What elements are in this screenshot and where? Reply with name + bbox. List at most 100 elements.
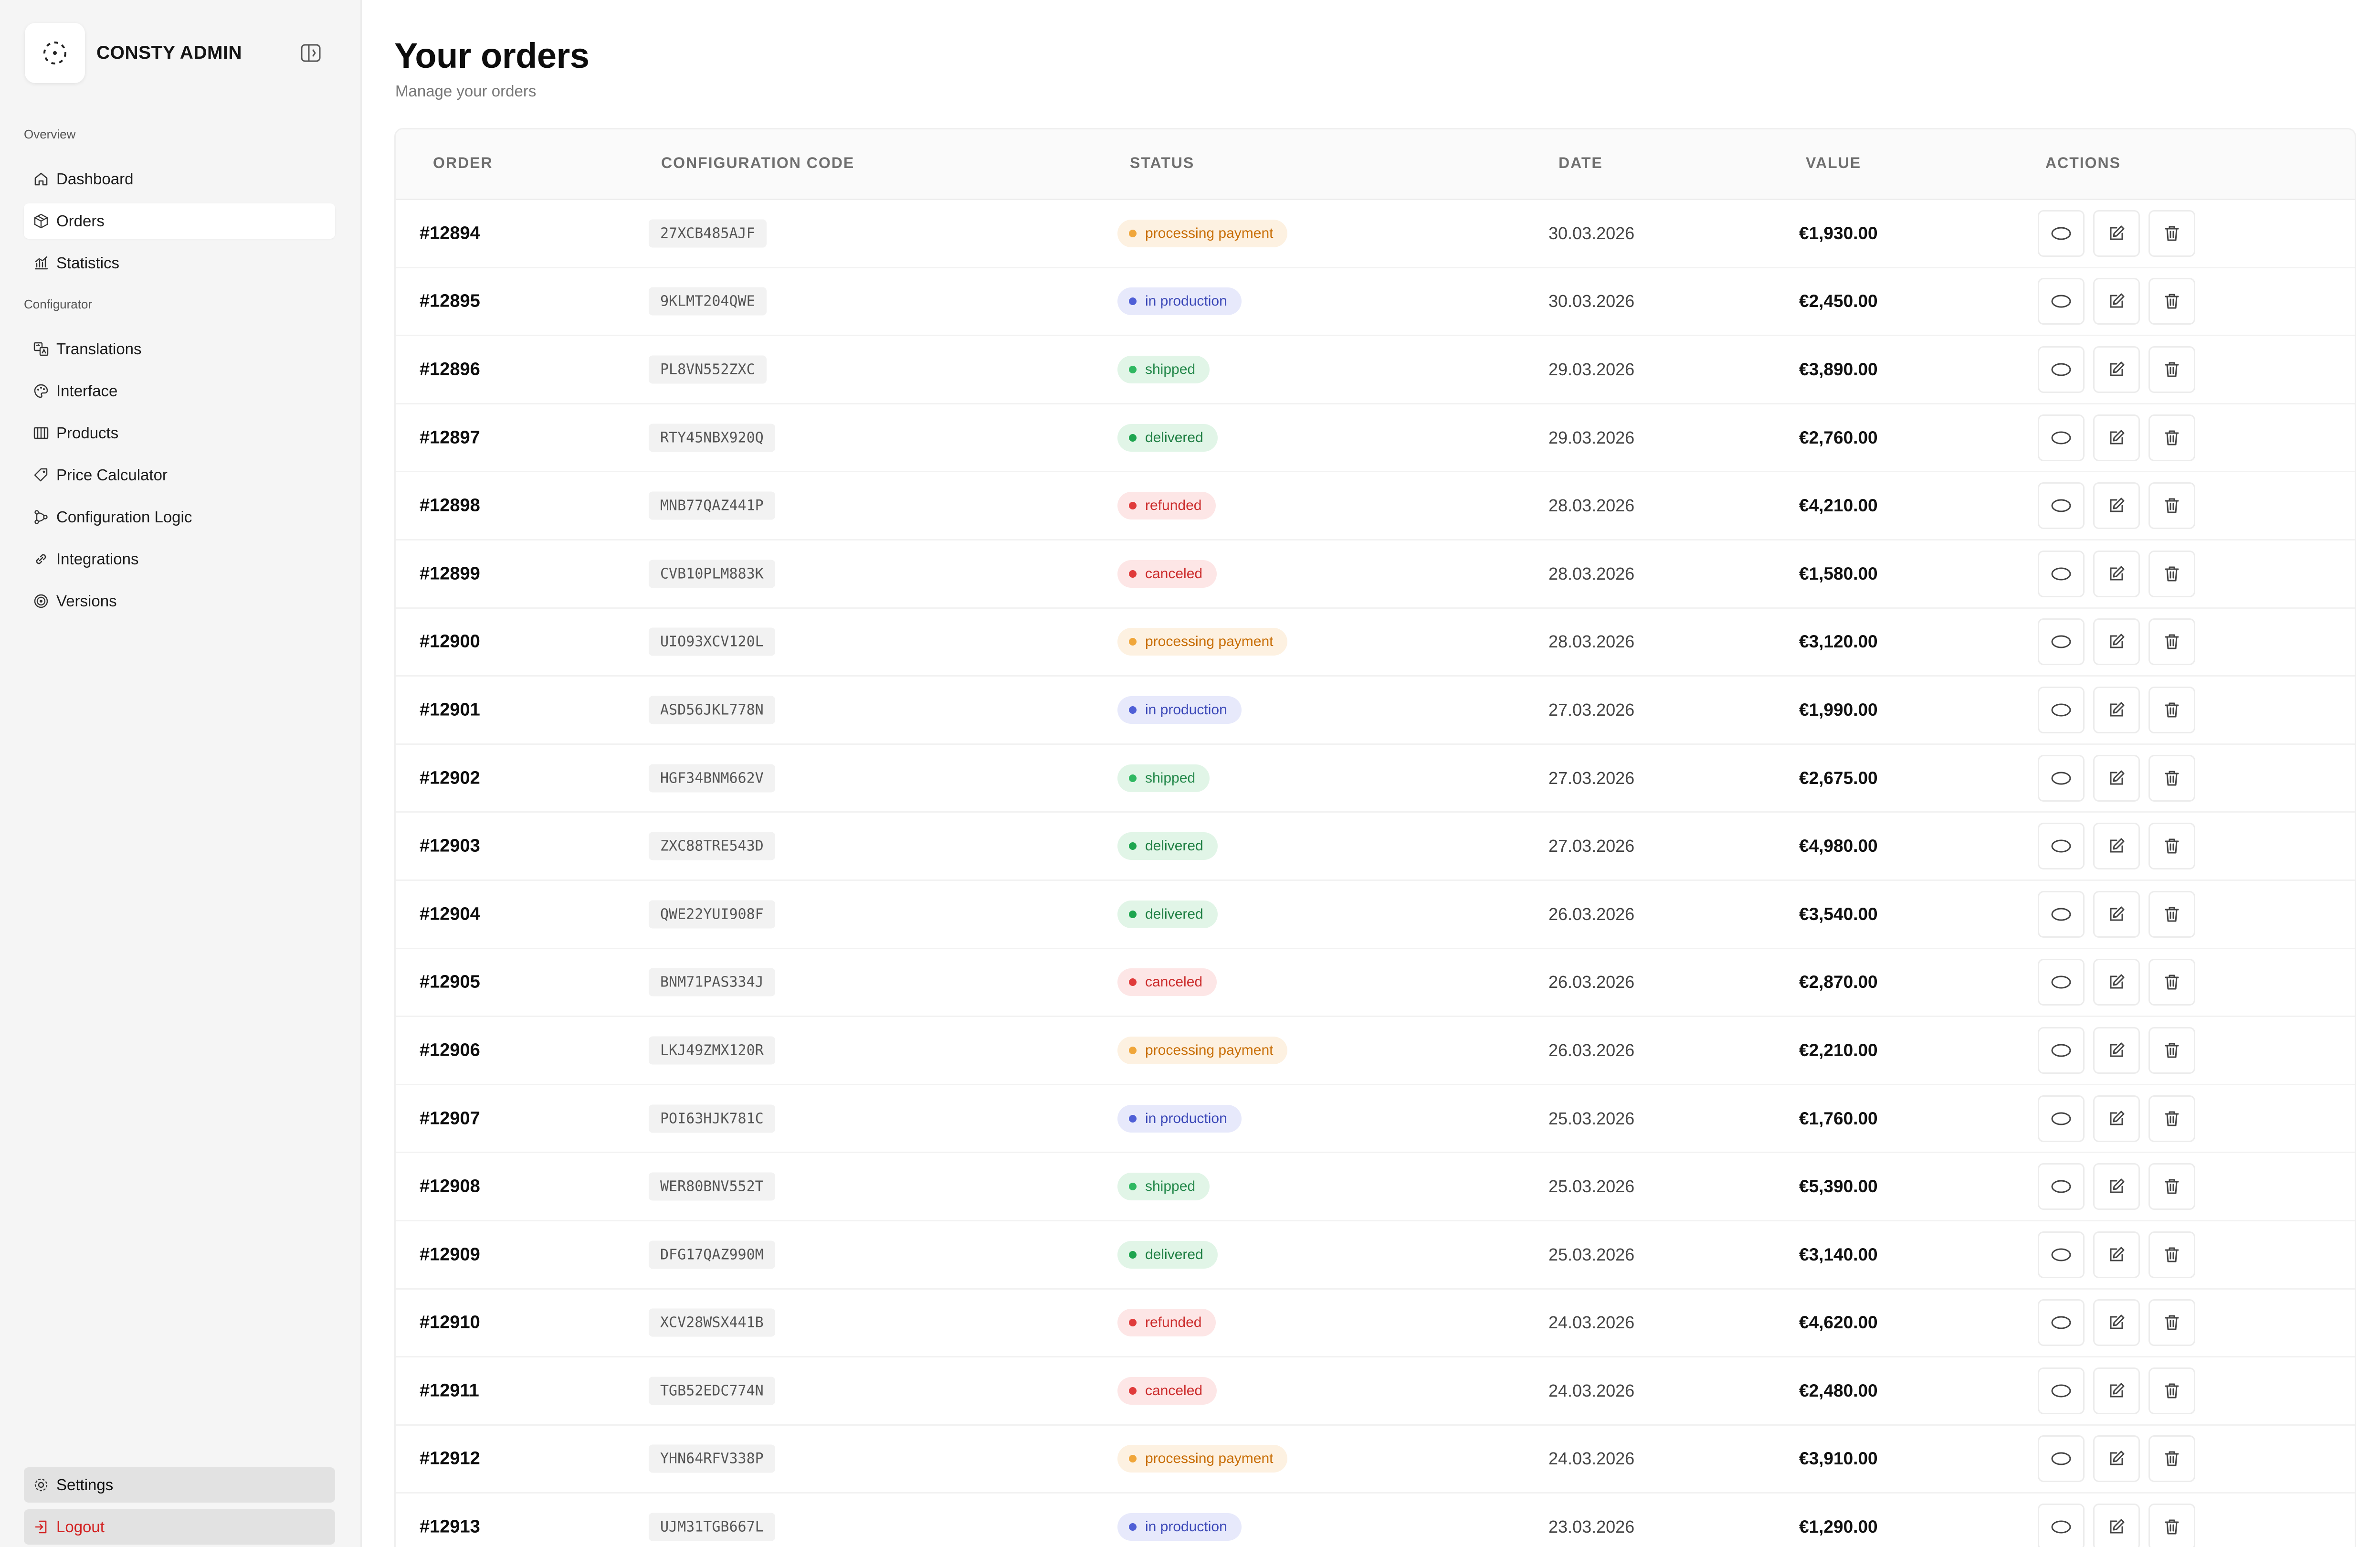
table-row[interactable]: #12909 DFG17QAZ990M delivered 25.03.2026 €3,… (396, 1221, 2355, 1290)
eye-button[interactable] (2038, 823, 2085, 870)
column-header-configuration-code[interactable]: CONFIGURATION CODE (661, 154, 854, 172)
edit-button[interactable] (2093, 1027, 2140, 1074)
eye-button[interactable] (2038, 1299, 2085, 1346)
order-id[interactable]: #12898 (420, 496, 480, 516)
sidebar-item-dashboard[interactable]: Dashboard (24, 161, 335, 197)
table-row[interactable]: #12897 RTY45NBX920Q delivered 29.03.2026 €2,… (396, 404, 2355, 473)
sidebar-item-versions[interactable]: Versions (24, 583, 335, 619)
eye-button[interactable] (2038, 482, 2085, 530)
order-id[interactable]: #12906 (420, 1040, 480, 1060)
table-row[interactable]: #12913 UJM31TGB667L in production 23.03.202… (396, 1494, 2355, 1547)
column-header-value[interactable]: VALUE (1806, 154, 1861, 172)
eye-button[interactable] (2038, 890, 2085, 938)
order-id[interactable]: #12904 (420, 904, 480, 924)
order-id[interactable]: #12896 (420, 359, 480, 380)
edit-button[interactable] (2093, 890, 2140, 938)
trash-button[interactable] (2148, 1095, 2195, 1142)
edit-button[interactable] (2093, 1095, 2140, 1142)
trash-button[interactable] (2148, 1299, 2195, 1346)
order-id[interactable]: #12897 (420, 427, 480, 448)
table-row[interactable]: #12905 BNM71PAS334J canceled 26.03.2026 €2,8… (396, 949, 2355, 1017)
edit-button[interactable] (2093, 414, 2140, 461)
eye-button[interactable] (2038, 278, 2085, 325)
order-id[interactable]: #12910 (420, 1313, 480, 1333)
sidebar-item-price-calculator[interactable]: Price Calculator (24, 457, 335, 493)
edit-button[interactable] (2093, 618, 2140, 666)
brand[interactable]: CONSTY ADMIN (25, 23, 242, 83)
order-id[interactable]: #12902 (420, 768, 480, 788)
logout-button[interactable]: Logout (24, 1509, 335, 1545)
edit-button[interactable] (2093, 823, 2140, 870)
table-row[interactable]: #12912 YHN64RFV338P processing payment 24.0… (396, 1426, 2355, 1494)
order-id[interactable]: #12894 (420, 223, 480, 244)
trash-button[interactable] (2148, 1435, 2195, 1483)
eye-button[interactable] (2038, 686, 2085, 733)
table-row[interactable]: #12903 ZXC88TRE543D delivered 27.03.2026 €4,… (396, 813, 2355, 881)
sidebar-item-interface[interactable]: Interface (24, 373, 335, 409)
trash-button[interactable] (2148, 210, 2195, 257)
column-header-order[interactable]: ORDER (433, 154, 493, 172)
column-header-status[interactable]: STATUS (1130, 154, 1194, 172)
eye-button[interactable] (2038, 1163, 2085, 1210)
column-header-date[interactable]: DATE (1559, 154, 1603, 172)
settings-button[interactable]: Settings (24, 1467, 335, 1503)
eye-button[interactable] (2038, 959, 2085, 1006)
table-row[interactable]: #12904 QWE22YUI908F delivered 26.03.2026 €3,… (396, 881, 2355, 949)
edit-button[interactable] (2093, 1299, 2140, 1346)
order-id[interactable]: #12909 (420, 1244, 480, 1265)
order-id[interactable]: #12905 (420, 972, 480, 993)
trash-button[interactable] (2148, 618, 2195, 666)
trash-button[interactable] (2148, 1231, 2195, 1278)
edit-button[interactable] (2093, 550, 2140, 597)
eye-button[interactable] (2038, 550, 2085, 597)
trash-button[interactable] (2148, 346, 2195, 393)
trash-button[interactable] (2148, 1504, 2195, 1547)
collapse-sidebar-icon[interactable] (300, 43, 322, 63)
table-row[interactable]: #12911 TGB52EDC774N canceled 24.03.2026 €2,4… (396, 1357, 2355, 1426)
edit-button[interactable] (2093, 482, 2140, 530)
edit-button[interactable] (2093, 1367, 2140, 1414)
eye-button[interactable] (2038, 754, 2085, 802)
eye-button[interactable] (2038, 1027, 2085, 1074)
edit-button[interactable] (2093, 686, 2140, 733)
order-id[interactable]: #12912 (420, 1449, 480, 1469)
table-row[interactable]: #12900 UIO93XCV120L processing payment 28.0… (396, 609, 2355, 677)
edit-button[interactable] (2093, 210, 2140, 257)
edit-button[interactable] (2093, 754, 2140, 802)
sidebar-item-configuration-logic[interactable]: Configuration Logic (24, 499, 335, 535)
order-id[interactable]: #12900 (420, 632, 480, 652)
trash-button[interactable] (2148, 1367, 2195, 1414)
edit-button[interactable] (2093, 1504, 2140, 1547)
table-row[interactable]: #12910 XCV28WSX441B refunded 24.03.2026 €4,6… (396, 1290, 2355, 1358)
order-id[interactable]: #12911 (420, 1380, 479, 1401)
order-id[interactable]: #12903 (420, 836, 480, 857)
sidebar-item-orders[interactable]: Orders (24, 203, 335, 239)
eye-button[interactable] (2038, 1095, 2085, 1142)
edit-button[interactable] (2093, 1435, 2140, 1483)
eye-button[interactable] (2038, 618, 2085, 666)
table-row[interactable]: #12908 WER80BNV552T shipped 25.03.2026 €5,39… (396, 1153, 2355, 1221)
eye-button[interactable] (2038, 1231, 2085, 1278)
sidebar-item-integrations[interactable]: Integrations (24, 541, 335, 577)
trash-button[interactable] (2148, 1163, 2195, 1210)
eye-button[interactable] (2038, 1504, 2085, 1547)
eye-button[interactable] (2038, 1367, 2085, 1414)
sidebar-item-statistics[interactable]: Statistics (24, 245, 335, 281)
sidebar-item-products[interactable]: Products (24, 415, 335, 451)
table-row[interactable]: #12907 POI63HJK781C in production 25.03.202… (396, 1085, 2355, 1154)
trash-button[interactable] (2148, 278, 2195, 325)
table-row[interactable]: #12906 LKJ49ZMX120R processing payment 26.0… (396, 1017, 2355, 1085)
trash-button[interactable] (2148, 1027, 2195, 1074)
eye-button[interactable] (2038, 210, 2085, 257)
order-id[interactable]: #12907 (420, 1108, 480, 1129)
table-row[interactable]: #12895 9KLMT204QWE in production 30.03.2026… (396, 268, 2355, 337)
order-id[interactable]: #12901 (420, 699, 480, 720)
table-row[interactable]: #12898 MNB77QAZ441P refunded 28.03.2026 €4,2… (396, 472, 2355, 540)
trash-button[interactable] (2148, 414, 2195, 461)
edit-button[interactable] (2093, 346, 2140, 393)
order-id[interactable]: #12895 (420, 291, 480, 312)
sidebar-item-translations[interactable]: Translations (24, 331, 335, 367)
trash-button[interactable] (2148, 550, 2195, 597)
table-row[interactable]: #12902 HGF34BNM662V shipped 27.03.2026 €2,67… (396, 745, 2355, 813)
trash-button[interactable] (2148, 890, 2195, 938)
